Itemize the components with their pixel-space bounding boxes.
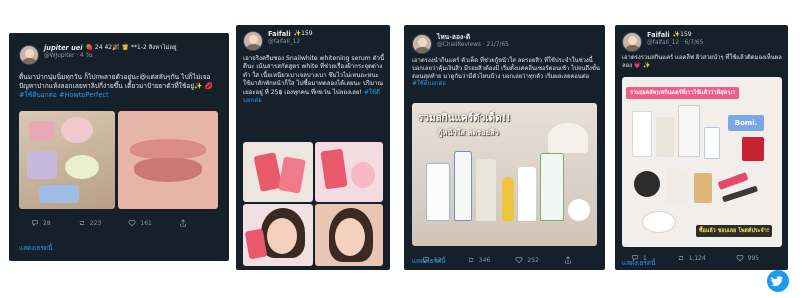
show-thread-link[interactable]: แสดงเธรดนี้	[622, 258, 655, 268]
name-badges: 🍓 24 42🎉 👸 **1-2 สิงหาไม่อยู่	[85, 44, 177, 52]
display-name[interactable]: ไหน-ลอง-ดิ	[437, 33, 470, 42]
media-banner: รวม(ผลลัพ)/สกินแคร์ที่เราใช้แล้วว่าดีสุด…	[626, 87, 740, 99]
heart-icon	[515, 256, 523, 264]
media-image-serum-texture[interactable]	[315, 142, 383, 202]
avatar[interactable]	[412, 34, 432, 54]
tweet-card-3[interactable]: ไหน-ลอง-ดิ @ChaliReviews · 21/7/65 เอาตร…	[404, 25, 605, 270]
avatar[interactable]	[243, 31, 263, 51]
display-name[interactable]: Faifali	[647, 31, 670, 40]
share-icon	[180, 219, 186, 227]
avatar[interactable]	[622, 32, 642, 52]
media-footer: ซื้อแล้ว ชอบเลย โพสต์ประจำ!	[696, 225, 773, 237]
like-count: 995	[747, 254, 759, 262]
tweet-text: ตื่นมาปากนุ่มนิ่มทุกวัน ก็ไปกพลายตัวอยู่…	[19, 73, 223, 100]
display-name[interactable]: jupiter uei	[44, 44, 83, 53]
reply-button[interactable]: 28	[31, 219, 51, 227]
media-image-skincare-haul[interactable]: รวม(ผลลัพ)/สกินแคร์ที่เราใช้แล้วว่าดีสุด…	[622, 77, 782, 247]
media-title: รวมสกินแคร์ตัวเด็ด!!	[418, 113, 511, 124]
like-button[interactable]: 995	[736, 254, 759, 262]
heart-icon	[128, 219, 136, 227]
tweet-header: ไหน-ลอง-ดิ @ChaliReviews · 21/7/65	[412, 33, 509, 54]
tweet-actions: 28 223 161	[31, 219, 187, 227]
media-image-model-2[interactable]	[315, 204, 383, 266]
retweet-count: 1,124	[688, 254, 706, 262]
tweet-card-4[interactable]: Faifali ✨159 @faifali_12 · 6/7/65 เอาตรง…	[615, 25, 788, 270]
like-count: 252	[527, 256, 539, 264]
share-button[interactable]	[564, 256, 572, 264]
tweet-card-1[interactable]: jupiter uei 🍓 24 42🎉 👸 **1-2 สิงหาไม่อยู…	[9, 33, 229, 261]
media-image-skincare-collection[interactable]: รวมสกินแคร์ตัวเด็ด!! กู้หน้าใส ลดรอยสิว	[412, 103, 597, 246]
handle-and-time[interactable]: @faifali_12 · 6/7/65	[647, 40, 703, 47]
avatar[interactable]	[19, 45, 39, 65]
name-badges: ✨159	[672, 31, 692, 39]
media-image-serum-packs[interactable]	[243, 142, 313, 202]
name-badges: ✨159	[293, 30, 313, 38]
retweet-icon	[79, 221, 85, 225]
media-image-lips[interactable]	[118, 111, 218, 209]
reply-count: 28	[43, 219, 51, 227]
retweet-button[interactable]: 223	[78, 219, 101, 227]
show-thread-link[interactable]: แสดงเธรดนี้	[412, 256, 445, 266]
tweet-text: เอาตรงงนำกีนแคร์ ตัวเด็ด ที่ช่วยกู้หน้าใ…	[412, 58, 600, 89]
tweet-header: jupiter uei 🍓 24 42🎉 👸 **1-2 สิงหาไม่อยู…	[19, 44, 177, 65]
show-thread-link[interactable]: แสดงเธรดนี้	[19, 243, 52, 253]
display-name[interactable]: Faifali	[268, 30, 291, 39]
retweet-button[interactable]: 346	[467, 256, 490, 264]
bird-icon	[771, 276, 783, 287]
retweet-icon	[468, 258, 474, 262]
like-button[interactable]: 161	[128, 219, 152, 227]
heart-icon	[736, 254, 744, 262]
reply-icon	[32, 220, 38, 227]
tweet-text: เอาจริงครีมซอง Snailwhite whitening seru…	[243, 55, 385, 105]
tweet-card-2[interactable]: Faifali ✨159 @faifali_12 เอาจริงครีมซอง …	[236, 25, 390, 270]
retweet-count: 223	[89, 219, 102, 227]
handle-and-time[interactable]: @WJupiter · 4 วัน	[44, 53, 177, 60]
retweet-count: 346	[478, 256, 491, 264]
tweet-text: เอาตรงรวมสกินแคร์ แอคลีฟ ผิวสวยนำๆ ที่ใช…	[622, 55, 782, 70]
handle-and-time[interactable]: @faifali_12	[268, 39, 313, 46]
tweet-body: เอาตรงงนำกีนแคร์ ตัวเด็ด ที่ช่วยกู้หน้าใ…	[412, 58, 600, 80]
like-count: 161	[140, 219, 152, 227]
like-button[interactable]: 252	[515, 256, 539, 264]
tweet-body: ตื่นมาปากนุ่มนิ่มทุกวัน ก็ไปกพลายตัวอยู่…	[19, 73, 211, 91]
retweet-button[interactable]: 1,124	[677, 254, 706, 262]
media-image-model-1[interactable]	[243, 204, 313, 266]
retweet-icon	[678, 256, 683, 260]
tweet-header: Faifali ✨159 @faifali_12 · 6/7/65	[622, 31, 703, 52]
hashtag-link[interactable]: #ใช้ดีบอกต่อ	[412, 81, 446, 87]
media-subtitle: กู้หน้าใส ลดรอยสิว	[438, 128, 499, 137]
media-brand: Bomi.	[728, 115, 764, 131]
tweet-body: เอาตรงรวมสกินแคร์ แอคลีฟ ผิวสวยนำๆ ที่ใช…	[622, 55, 782, 69]
tweet-header: Faifali ✨159 @faifali_12	[243, 30, 313, 51]
media-image-lip-products[interactable]	[19, 111, 115, 209]
handle-and-time[interactable]: @ChaliReviews · 21/7/65	[437, 42, 509, 49]
share-button[interactable]	[179, 219, 187, 227]
share-icon	[565, 256, 571, 264]
scroll-to-top-button[interactable]	[767, 270, 789, 292]
